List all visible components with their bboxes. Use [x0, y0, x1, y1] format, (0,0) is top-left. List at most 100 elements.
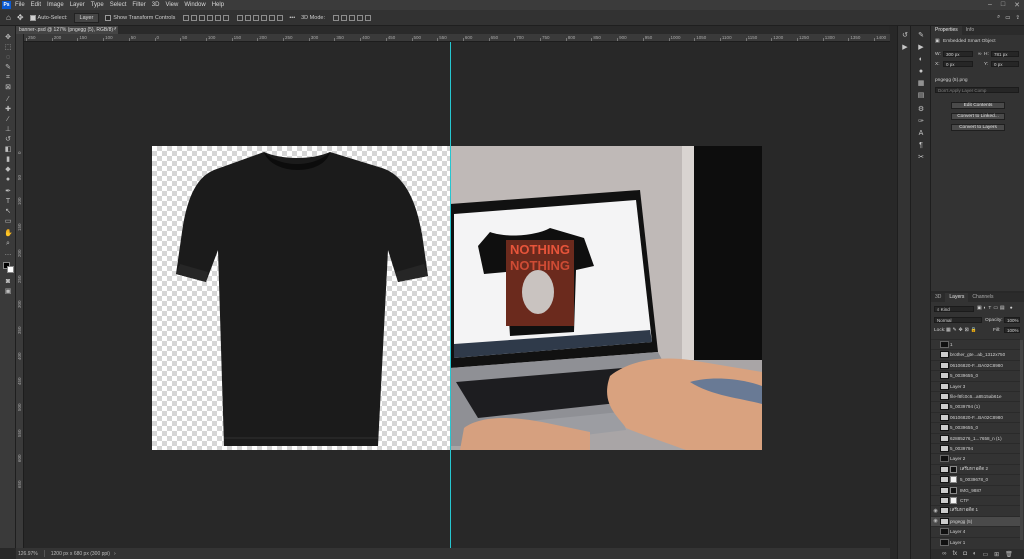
fx-icon[interactable]: fx [953, 551, 958, 557]
move-tool-icon[interactable]: ✥ [17, 13, 24, 22]
character-icon[interactable]: A [916, 130, 926, 138]
fill-field[interactable]: 100% [1004, 327, 1020, 333]
tab-layers[interactable]: Layers [945, 293, 969, 302]
more-options-icon[interactable]: ••• [289, 15, 295, 21]
layer-row[interactable]: 5_0039794 [931, 443, 1020, 453]
layer-row[interactable]: Layer 2 [931, 453, 1020, 463]
layer-row[interactable]: 62885276_1...7658_n (1) [931, 432, 1020, 443]
new-layer-icon[interactable]: ⊞ [994, 551, 999, 558]
rectangle-tool-icon[interactable]: ▭ [4, 218, 12, 226]
close-window-button[interactable]: ✕ [1014, 1, 1020, 9]
layer-row[interactable]: 5_0039794 (1) [931, 401, 1020, 411]
zoom-level[interactable]: 126.97% [18, 551, 38, 557]
layer-row[interactable]: 06106820-F...BA02C8980 [931, 411, 1020, 422]
background-color-swatch[interactable] [7, 266, 14, 273]
delete-layer-icon[interactable]: 🗑 [1005, 551, 1013, 558]
type-tool-icon[interactable]: T [4, 198, 12, 206]
dodge-tool-icon[interactable]: ● [4, 176, 12, 184]
convert-to-linked-button[interactable]: Convert to Linked... [951, 113, 1005, 120]
play-actions-icon[interactable]: ▶ [916, 44, 926, 52]
layer-mask-thumbnail[interactable] [950, 476, 957, 484]
layer-comp-select[interactable]: Don't Apply Layer Comp [935, 87, 1019, 93]
layer-row[interactable]: 1 [931, 339, 1020, 349]
menu-window[interactable]: Window [184, 2, 205, 8]
path-selection-tool-icon[interactable]: ↖ [4, 208, 12, 216]
search-icon[interactable]: ⌕ [997, 14, 1000, 21]
height-field[interactable]: 781 px [991, 51, 1019, 57]
tab-3d[interactable]: 3D [931, 293, 945, 302]
add-mask-icon[interactable]: ◘ [963, 551, 967, 557]
convert-to-layers-button[interactable]: Convert to Layers [951, 124, 1005, 131]
layer-row[interactable]: Layer 4 [931, 526, 1020, 536]
swatches-icon[interactable]: ▦ [916, 80, 926, 88]
menu-edit[interactable]: Edit [31, 2, 41, 8]
menu-type[interactable]: Type [91, 2, 104, 8]
maximize-button[interactable]: □ [1001, 1, 1005, 9]
more-tools-icon[interactable]: … [4, 250, 12, 258]
layer-row[interactable]: file-f8fc0c6...a8515ab61e [931, 391, 1020, 401]
crop-tool-icon[interactable]: ⌗ [4, 74, 12, 82]
tab-properties[interactable]: Properties [931, 26, 962, 35]
blend-mode-select[interactable]: Normal [934, 317, 982, 323]
menu-view[interactable]: View [165, 2, 178, 8]
3d-mode-icons[interactable] [332, 14, 371, 21]
clone-stamp-tool-icon[interactable]: ⊥ [4, 126, 12, 134]
layer-row[interactable]: CTF [931, 495, 1020, 505]
history-icon[interactable]: ↺ [900, 32, 910, 40]
eyedropper-tool-icon[interactable]: ⁄ [4, 96, 12, 104]
brush-tool-icon[interactable]: ∕ [4, 116, 12, 124]
quick-select-tool-icon[interactable]: ✎ [4, 64, 12, 72]
paths-icon[interactable]: ✑ [916, 118, 926, 126]
home-icon[interactable]: ⌂ [6, 13, 11, 22]
layer-mask-thumbnail[interactable] [950, 497, 957, 504]
hand-tool-icon[interactable]: ✋ [4, 230, 13, 238]
horizontal-ruler[interactable]: 250 200 150 100 50 0 50 100 150 200 250 300 350 400 45… [24, 34, 890, 42]
pen-tool-icon[interactable]: ✒ [4, 188, 12, 196]
vertical-ruler[interactable]: 0 50 100 150 200 250 300 350 400 450 500 550 600 650 [16, 34, 24, 548]
close-tab-icon[interactable]: × [113, 26, 116, 34]
lasso-tool-icon[interactable]: ◌ [4, 54, 12, 62]
transform-controls-checkbox[interactable]: Show Transform Controls [105, 14, 175, 21]
tab-channels[interactable]: Channels [968, 293, 997, 302]
menu-file[interactable]: File [15, 2, 25, 8]
menu-image[interactable]: Image [47, 2, 64, 8]
opacity-field[interactable]: 100% [1004, 317, 1020, 323]
group-icon[interactable]: ▭ [982, 551, 988, 558]
blur-tool-icon[interactable]: ◆ [4, 166, 12, 174]
y-field[interactable]: 0 px [991, 61, 1019, 67]
layer-row[interactable]: 06106820-F...BA02C8980 [931, 359, 1020, 370]
paragraph-icon[interactable]: ¶ [916, 142, 926, 150]
menu-filter[interactable]: Filter [132, 2, 145, 8]
actions-icon[interactable]: ▶ [900, 44, 910, 52]
screen-mode-icon[interactable]: ▣ [4, 288, 12, 296]
layer-mask-thumbnail[interactable] [950, 465, 957, 473]
menu-help[interactable]: Help [212, 2, 224, 8]
quick-mask-icon[interactable]: ◙ [4, 278, 12, 286]
auto-select-dropdown[interactable]: Layer [73, 12, 100, 23]
eraser-tool-icon[interactable]: ◧ [4, 146, 12, 154]
x-field[interactable]: 0 px [943, 61, 973, 67]
align-icons[interactable] [183, 14, 230, 21]
document-tab[interactable]: banner-.psd @ 127% (pngegg (5), RGB/8) *… [16, 26, 118, 34]
frame-tool-icon[interactable]: ⊠ [4, 84, 12, 92]
adjustment-layer-icon[interactable]: ◐ [973, 551, 977, 557]
layer-row[interactable]: 5_0039678_0 [931, 474, 1020, 484]
layer-row[interactable]: IMG_9887 [931, 484, 1020, 495]
auto-select-checkbox[interactable]: Auto-Select: [29, 14, 68, 21]
layer-row[interactable]: 5_0039655_0 [931, 422, 1020, 432]
visibility-eye-icon[interactable]: ◉ [931, 508, 940, 514]
layer-row[interactable]: ◉ pngegg (5) [931, 515, 1020, 526]
status-chevron-icon[interactable]: › [114, 551, 116, 557]
layer-row[interactable]: ◉ เสรีมหาอดีต 1 [931, 505, 1020, 515]
layers-scrollbar[interactable] [1020, 340, 1023, 540]
layer-row[interactable]: Layer 3 [931, 380, 1020, 391]
gradient-tool-icon[interactable]: ▮ [4, 156, 12, 164]
width-field[interactable]: 300 px [943, 51, 973, 57]
move-tool-icon[interactable]: ✥ [4, 34, 12, 42]
glyphs-icon[interactable]: ✂ [916, 154, 926, 162]
layer-row[interactable]: Layer 1 [931, 536, 1020, 547]
workspace-icon[interactable]: ▭ [1005, 15, 1010, 21]
visibility-eye-icon[interactable]: ◉ [931, 518, 940, 524]
guide-line[interactable] [450, 42, 451, 548]
tab-info[interactable]: Info [962, 26, 978, 35]
